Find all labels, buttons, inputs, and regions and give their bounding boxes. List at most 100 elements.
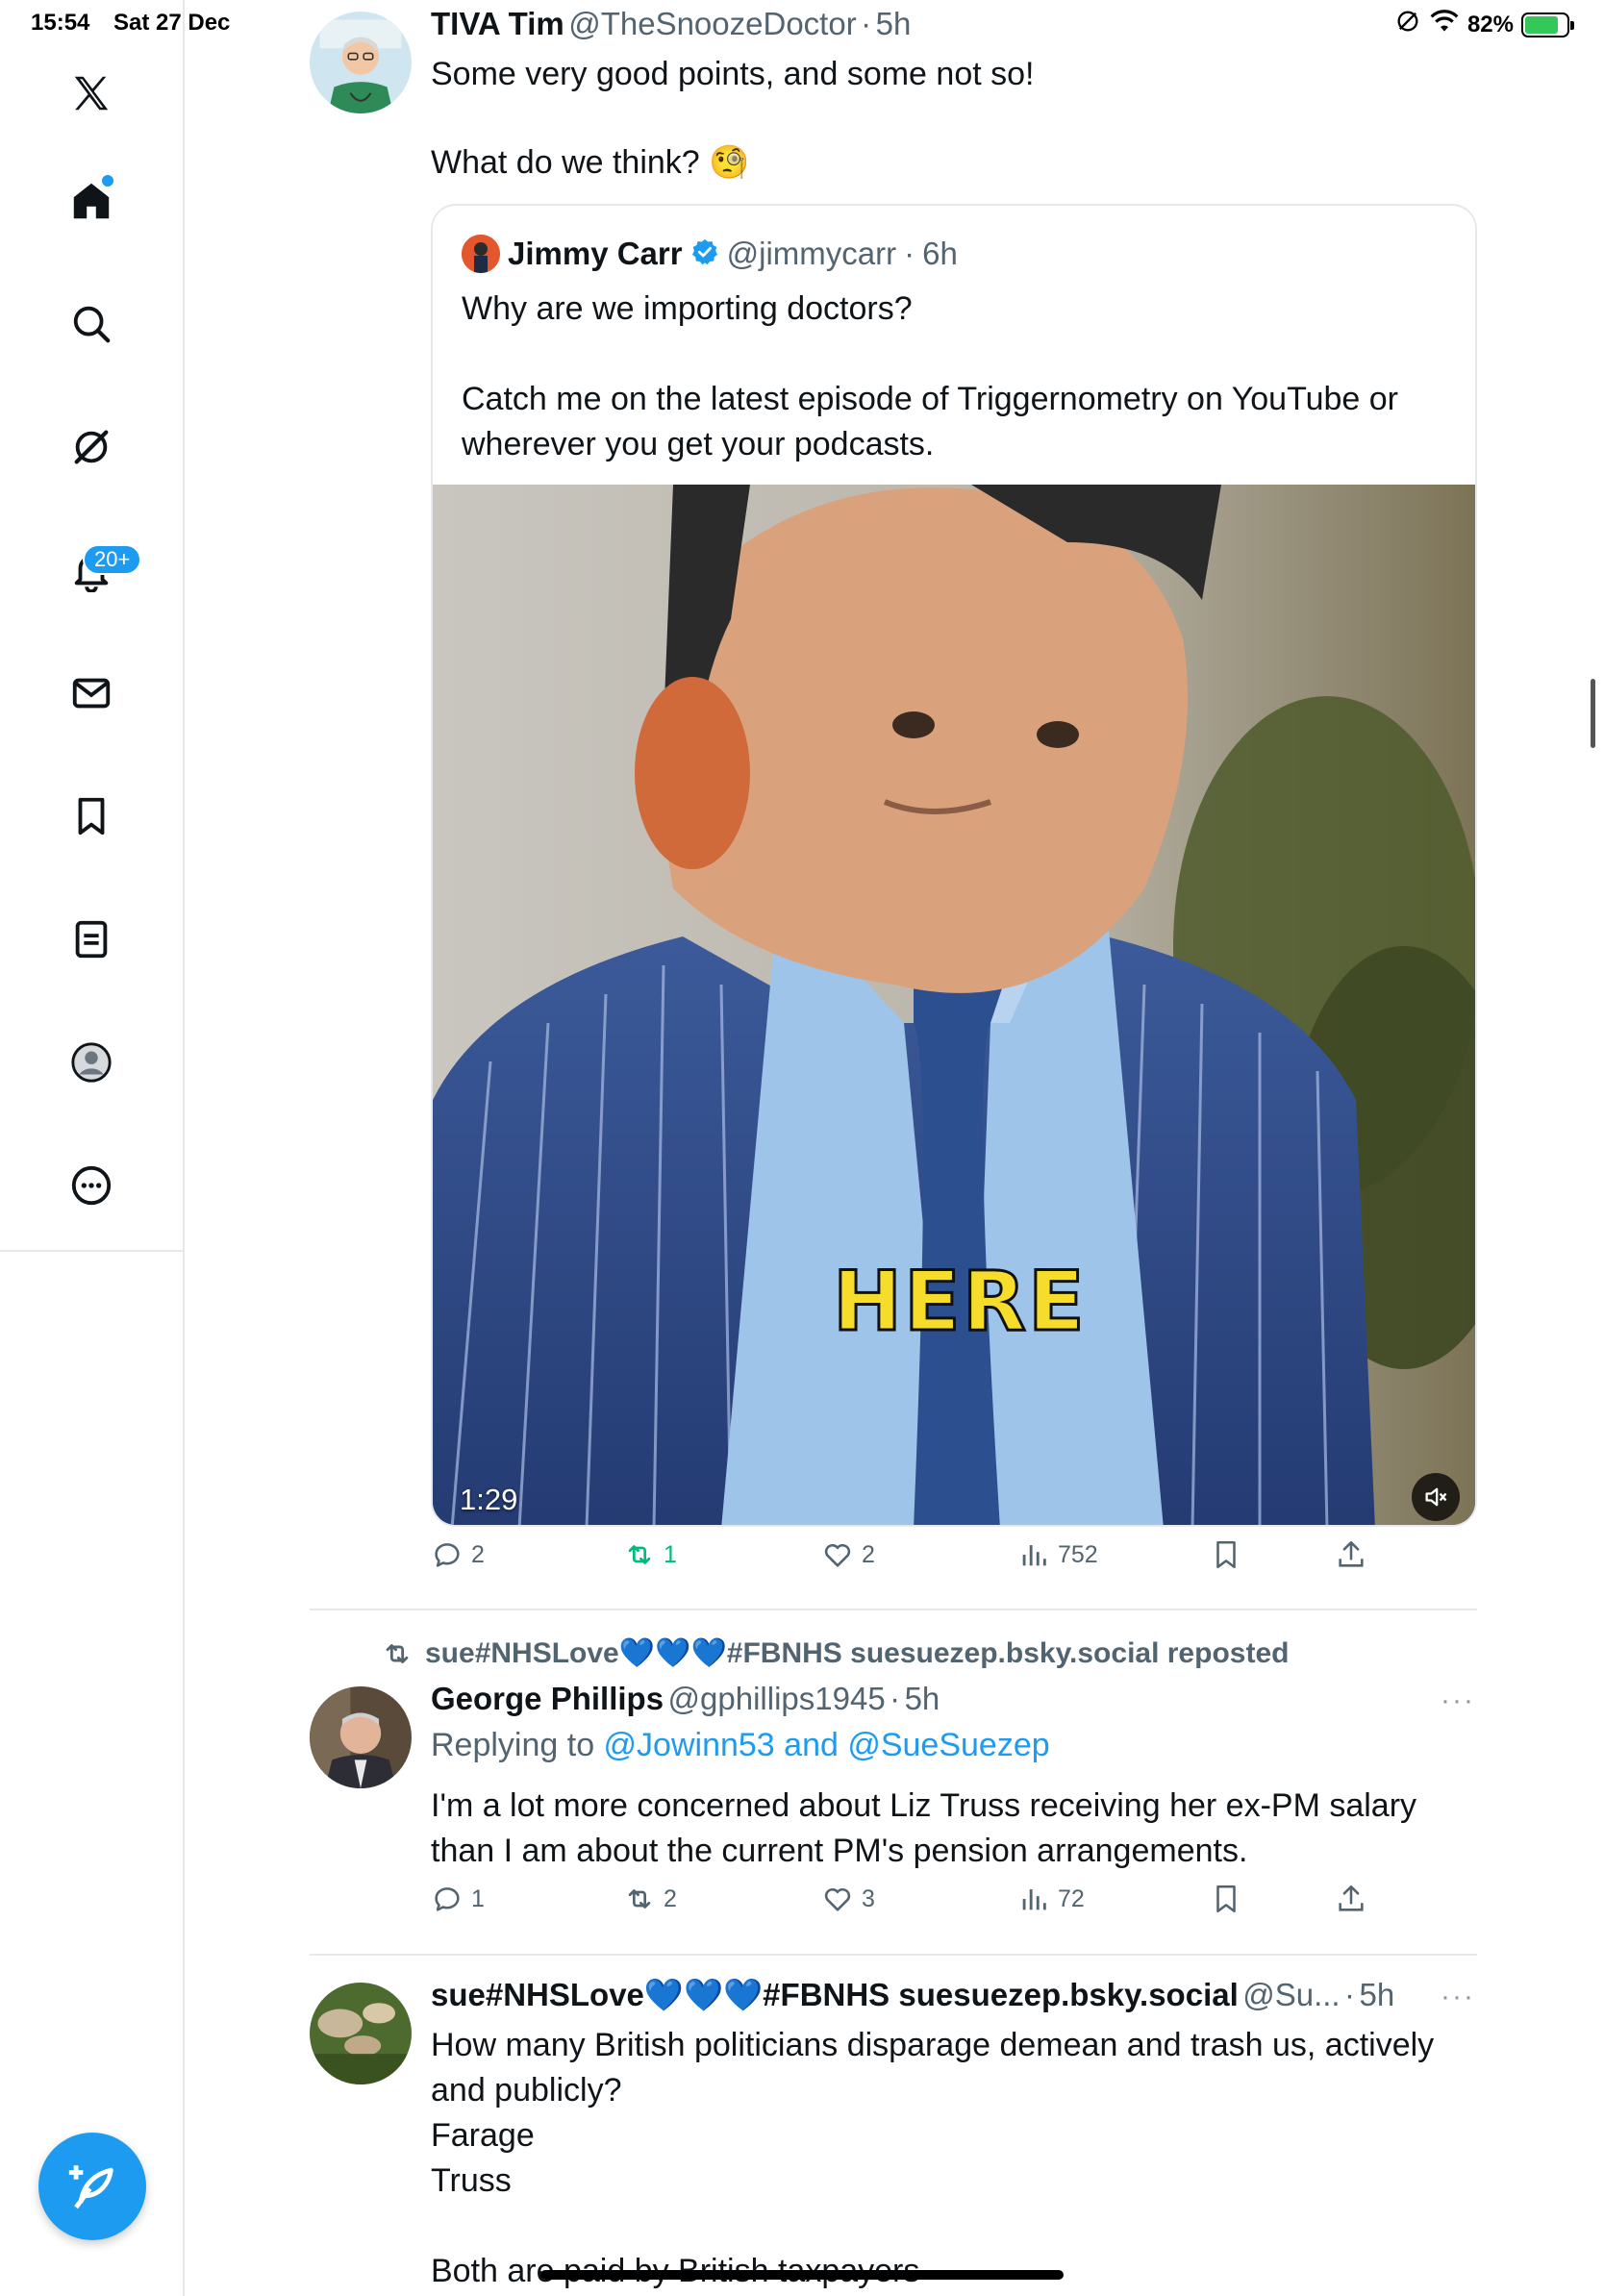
tweet1-separator: · (861, 6, 872, 41)
muted-speaker-icon (1425, 1487, 1447, 1507)
reply-icon (435, 1887, 460, 1911)
reposted-by-line[interactable]: sue#NHSLove💙💙💙#FBNHS suesuezep.bsky.soci… (381, 1636, 1289, 1670)
grok-icon[interactable] (63, 419, 119, 475)
share-icon (1339, 1540, 1364, 1567)
video-frame (433, 485, 1475, 1525)
replying-to-prefix: Replying to (431, 1727, 604, 1763)
bookmark-icon (1216, 1540, 1236, 1569)
tweet3-author-name[interactable]: sue#NHSLove💙💙💙#FBNHS suesuezep.bsky.soci… (431, 1977, 1239, 2012)
tweet2-repost-count: 2 (664, 1884, 677, 1912)
tweet2-views-button[interactable]: 72 (1017, 1883, 1085, 1915)
tweet3-time[interactable]: 5h (1360, 1977, 1395, 2012)
tweet1-actions: 2 1 2 752 (431, 1538, 1431, 1586)
tweet3-text-line3: Farage (431, 2117, 535, 2154)
quote-text-line1: Why are we importing doctors? (462, 290, 913, 327)
reposted-by-text: sue#NHSLove💙💙💙#FBNHS suesuezep.bsky.soci… (425, 1637, 1290, 1669)
heart-icon (824, 1543, 851, 1567)
heart-icon (824, 1887, 851, 1911)
repost-small-icon (386, 1643, 409, 1663)
tweet2-more-button[interactable]: ··· (1441, 1685, 1475, 1717)
tweet2-like-button[interactable]: 3 (821, 1883, 875, 1915)
tweet1-author-name[interactable]: TIVA Tim (431, 6, 564, 41)
search-icon[interactable] (63, 296, 119, 352)
home-indicator[interactable] (540, 2270, 1064, 2280)
tweet1-bookmark-button[interactable] (1210, 1538, 1242, 1571)
tweet1-reply-button[interactable]: 2 (431, 1538, 485, 1571)
status-indicators: 82% (1394, 8, 1574, 41)
avatar-sue[interactable] (310, 1983, 412, 2084)
tweet2-like-count: 3 (862, 1884, 875, 1912)
x-logo-icon[interactable] (63, 65, 119, 121)
bookmarks-icon[interactable] (63, 788, 119, 844)
battery-icon (1521, 12, 1574, 37)
tweet1-repost-count: 1 (664, 1540, 677, 1568)
verified-badge-icon (690, 237, 719, 271)
share-icon (1339, 1884, 1364, 1911)
avatar-tiva-tim[interactable] (310, 12, 412, 113)
tweet1-like-count: 2 (862, 1540, 875, 1568)
tweet2-author-handle[interactable]: @gphillips1945 (668, 1681, 886, 1716)
video-caption: HERE (832, 1253, 1087, 1352)
tweet1-text-line2: What do we think? 🧐 (431, 144, 750, 181)
tweet2-text-line2: than I am about the current PM's pension… (431, 1833, 1248, 1869)
mute-toggle-button[interactable] (1412, 1473, 1460, 1521)
tweet2-separator: · (890, 1681, 901, 1716)
tweet2-author-name[interactable]: George Phillips (431, 1681, 664, 1716)
quote-text-line3: wherever you get your podcasts. (462, 426, 935, 462)
tweet1-repost-button[interactable]: 1 (623, 1538, 677, 1571)
sidebar-nav: 20+ (0, 0, 185, 1252)
tweet1-author-handle[interactable]: @TheSnoozeDoctor (568, 6, 856, 41)
tweet2-reply-count: 1 (471, 1884, 485, 1912)
compose-post-button[interactable] (38, 2133, 146, 2240)
tweet2-time[interactable]: 5h (905, 1681, 940, 1716)
tweet3-text-line2: and publicly? (431, 2072, 622, 2109)
tweet3-text-line4: Truss (431, 2162, 512, 2199)
scroll-indicator[interactable] (1591, 679, 1595, 748)
messages-icon[interactable] (63, 665, 119, 721)
notifications-badge: 20+ (83, 544, 142, 575)
tweet3-separator: · (1344, 1977, 1356, 2012)
tweet2-bookmark-button[interactable] (1210, 1883, 1242, 1915)
tweet1-text-line1: Some very good points, and some not so! (431, 56, 1035, 92)
quote-avatar[interactable] (462, 235, 500, 273)
profile-avatar-icon[interactable] (63, 1035, 119, 1090)
quote-header: Jimmy Carr @jimmycarr · 6h (462, 235, 958, 273)
repost-icon (628, 1889, 651, 1909)
quote-separator: · (904, 236, 915, 271)
quote-author-handle[interactable]: @jimmycarr (727, 236, 896, 272)
quote-text: Why are we importing doctors? Catch me o… (462, 287, 1452, 467)
quote-time[interactable]: 6h (922, 236, 958, 272)
tweet3-header: sue#NHSLove💙💙💙#FBNHS suesuezep.bsky.soci… (431, 1977, 1394, 2014)
tweet1-view-count: 752 (1058, 1540, 1098, 1568)
tweet2-share-button[interactable] (1335, 1883, 1367, 1915)
more-options-icon[interactable] (63, 1158, 119, 1213)
home-unread-dot (102, 175, 113, 187)
quoted-tweet-card[interactable]: Jimmy Carr @jimmycarr · 6h Why are we im… (431, 204, 1477, 1527)
tweet2-actions: 1 2 3 72 (431, 1883, 1431, 1931)
lists-icon[interactable] (63, 911, 119, 967)
bookmark-icon (1216, 1884, 1236, 1913)
tweet1-time[interactable]: 5h (876, 6, 912, 41)
replying-to-users[interactable]: @Jowinn53 and @SueSuezep (604, 1727, 1050, 1763)
tweet3-more-button[interactable]: ··· (1441, 1981, 1475, 2013)
tweet3-author-handle[interactable]: @Su... (1242, 1977, 1340, 2012)
wifi-icon (1429, 9, 1460, 40)
avatar-george-phillips[interactable] (310, 1686, 412, 1788)
quote-author-name[interactable]: Jimmy Carr (508, 236, 683, 272)
tweet2-header: George Phillips @gphillips1945 · 5h (431, 1681, 940, 1717)
tweet1-header: TIVA Tim @TheSnoozeDoctor · 5h (431, 6, 911, 42)
quote-text-line2: Catch me on the latest episode of Trigge… (462, 381, 1398, 417)
tweet2-text: I'm a lot more concerned about Liz Truss… (431, 1784, 1416, 1874)
tweet1-share-button[interactable] (1335, 1538, 1367, 1571)
tweet3-text-line1: How many British politicians disparage d… (431, 2027, 1435, 2063)
tweet2-reply-button[interactable]: 1 (431, 1883, 485, 1915)
views-chart-icon (1022, 1889, 1046, 1910)
tweet2-repost-button[interactable]: 2 (623, 1883, 677, 1915)
feather-plus-icon (68, 2165, 113, 2209)
tweet3-text: How many British politicians disparage d… (431, 2023, 1434, 2294)
tweet1-like-button[interactable]: 2 (821, 1538, 875, 1571)
video-player[interactable]: HERE 1:29 (433, 485, 1475, 1525)
tweet2-text-line1: I'm a lot more concerned about Liz Truss… (431, 1787, 1417, 1824)
tweet2-view-count: 72 (1058, 1884, 1085, 1912)
tweet1-views-button[interactable]: 752 (1017, 1538, 1098, 1571)
